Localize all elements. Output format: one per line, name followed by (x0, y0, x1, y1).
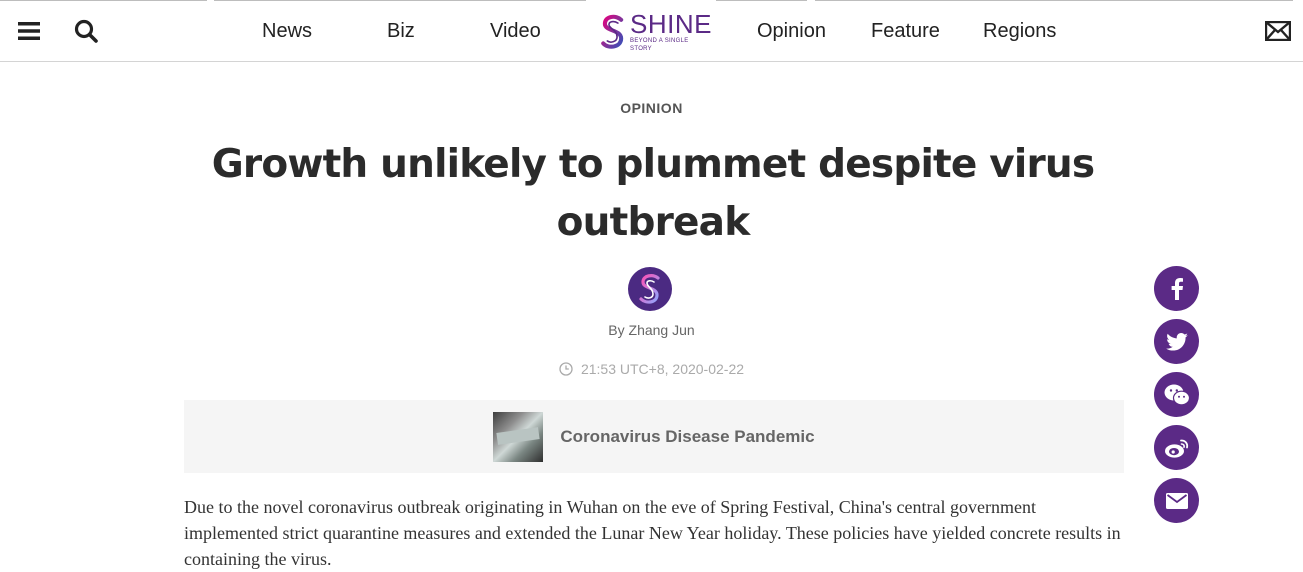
nav-biz[interactable]: Biz (387, 20, 415, 43)
share-email-button[interactable] (1154, 478, 1199, 523)
nav-feature[interactable]: Feature (871, 20, 940, 43)
twitter-icon (1165, 332, 1188, 351)
wechat-icon (1164, 384, 1190, 405)
author-avatar[interactable] (628, 267, 672, 311)
top-rule (0, 0, 1303, 2)
topic-thumbnail (493, 411, 544, 462)
article-category[interactable]: OPINION (0, 100, 1303, 116)
share-weibo-button[interactable] (1154, 425, 1199, 470)
article-byline[interactable]: By Zhang Jun (0, 322, 1303, 338)
nav-news[interactable]: News (262, 20, 312, 43)
menu-icon (18, 22, 40, 40)
contact-mail-button[interactable] (1265, 18, 1291, 44)
search-icon (74, 19, 98, 43)
logo-name: SHINE (630, 9, 712, 39)
nav-regions[interactable]: Regions (983, 20, 1056, 43)
site-logo[interactable]: SHINE BEYOND A SINGLE STORY (600, 9, 712, 55)
site-header: News Biz Video SHINE BEYOND A SINGLE STO… (0, 0, 1303, 62)
weibo-icon (1164, 439, 1188, 458)
search-button[interactable] (73, 18, 99, 44)
facebook-icon (1171, 277, 1183, 300)
logo-wordmark: SHINE BEYOND A SINGLE STORY (630, 11, 712, 53)
article-title: Growth unlikely to plummet despite virus… (211, 142, 1095, 245)
logo-tagline: BEYOND A SINGLE STORY (630, 38, 689, 52)
topic-banner[interactable]: Coronavirus Disease Pandemic (184, 400, 1124, 473)
nav-video[interactable]: Video (490, 20, 541, 43)
article-timestamp: 21:53 UTC+8, 2020-02-22 (0, 361, 1303, 377)
share-wechat-button[interactable] (1154, 372, 1199, 417)
menu-button[interactable] (16, 18, 42, 44)
shine-logo-icon (639, 274, 660, 304)
shine-logo-icon (601, 14, 624, 49)
nav-opinion[interactable]: Opinion (757, 20, 826, 43)
email-icon (1165, 492, 1188, 509)
timestamp-text: 21:53 UTC+8, 2020-02-22 (580, 361, 745, 377)
share-twitter-button[interactable] (1154, 319, 1199, 364)
topic-title[interactable]: Coronavirus Disease Pandemic (560, 427, 814, 447)
article-body: Due to the novel coronavirus outbreak or… (184, 497, 1121, 569)
share-facebook-button[interactable] (1154, 266, 1199, 311)
mail-icon (1265, 21, 1291, 41)
clock-icon (559, 362, 573, 376)
